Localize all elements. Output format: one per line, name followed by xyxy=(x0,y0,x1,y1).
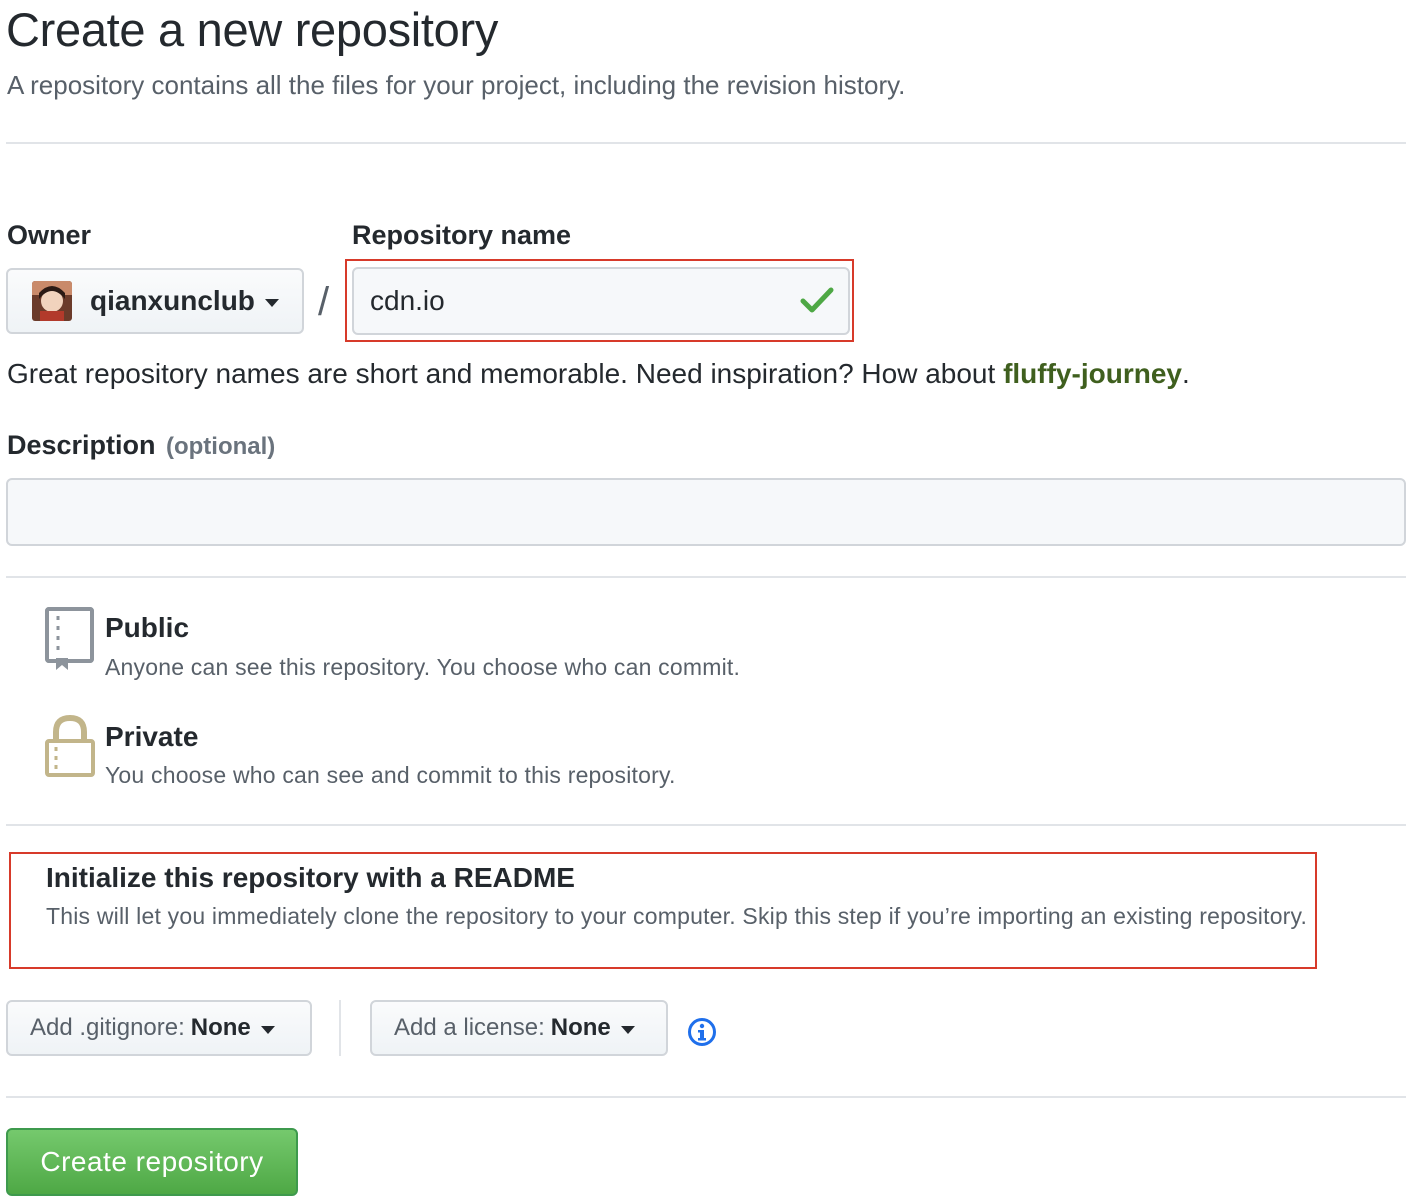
license-value: None xyxy=(550,1014,611,1041)
owner-label: Owner xyxy=(7,220,92,250)
gitignore-select[interactable]: Add .gitignore: None xyxy=(6,1000,312,1056)
caret-down-icon xyxy=(620,1026,635,1034)
public-description: Anyone can see this repository. You choo… xyxy=(105,654,741,680)
lock-icon xyxy=(44,714,96,783)
page-subtitle: A repository contains all the files for … xyxy=(7,70,906,100)
name-suggestion-link[interactable]: fluffy-journey xyxy=(1003,358,1182,389)
page-title: Create a new repository xyxy=(6,3,499,56)
repository-name-hint: Great repository names are short and mem… xyxy=(7,358,1190,390)
info-icon[interactable] xyxy=(687,1017,717,1052)
repo-icon xyxy=(44,606,96,679)
avatar xyxy=(32,281,72,321)
create-repository-button[interactable]: Create repository xyxy=(6,1128,298,1196)
divider xyxy=(6,142,1406,144)
hint-end: . xyxy=(1181,358,1190,389)
repository-name-input[interactable]: cdn.io xyxy=(352,267,850,335)
private-title: Private xyxy=(105,721,199,752)
description-label: Description xyxy=(7,430,156,460)
owner-repo-separator: / xyxy=(318,280,330,324)
description-label-row: Description (optional) xyxy=(7,430,275,461)
private-description: You choose who can see and commit to thi… xyxy=(105,762,676,788)
hint-text: Great repository names are short and mem… xyxy=(7,358,1004,389)
license-prefix: Add a license: xyxy=(394,1014,545,1041)
description-input[interactable] xyxy=(6,478,1406,546)
repository-name-label: Repository name xyxy=(352,220,572,250)
divider xyxy=(6,576,1406,578)
readme-description: This will let you immediately clone the … xyxy=(46,903,1308,929)
optional-tag: (optional) xyxy=(165,433,276,460)
caret-down-icon xyxy=(264,299,279,307)
readme-title: Initialize this repository with a README xyxy=(46,862,575,893)
repository-name-value: cdn.io xyxy=(370,285,445,316)
vertical-divider xyxy=(339,1000,341,1056)
gitignore-prefix: Add .gitignore: xyxy=(30,1014,185,1041)
divider xyxy=(6,824,1406,826)
divider xyxy=(6,1096,1406,1098)
owner-name: qianxunclub xyxy=(90,285,255,316)
public-title: Public xyxy=(105,612,190,643)
caret-down-icon xyxy=(260,1026,275,1034)
license-select[interactable]: Add a license: None xyxy=(370,1000,668,1056)
check-icon xyxy=(800,285,834,322)
gitignore-value: None xyxy=(190,1014,251,1041)
owner-select[interactable]: qianxunclub xyxy=(6,268,304,334)
